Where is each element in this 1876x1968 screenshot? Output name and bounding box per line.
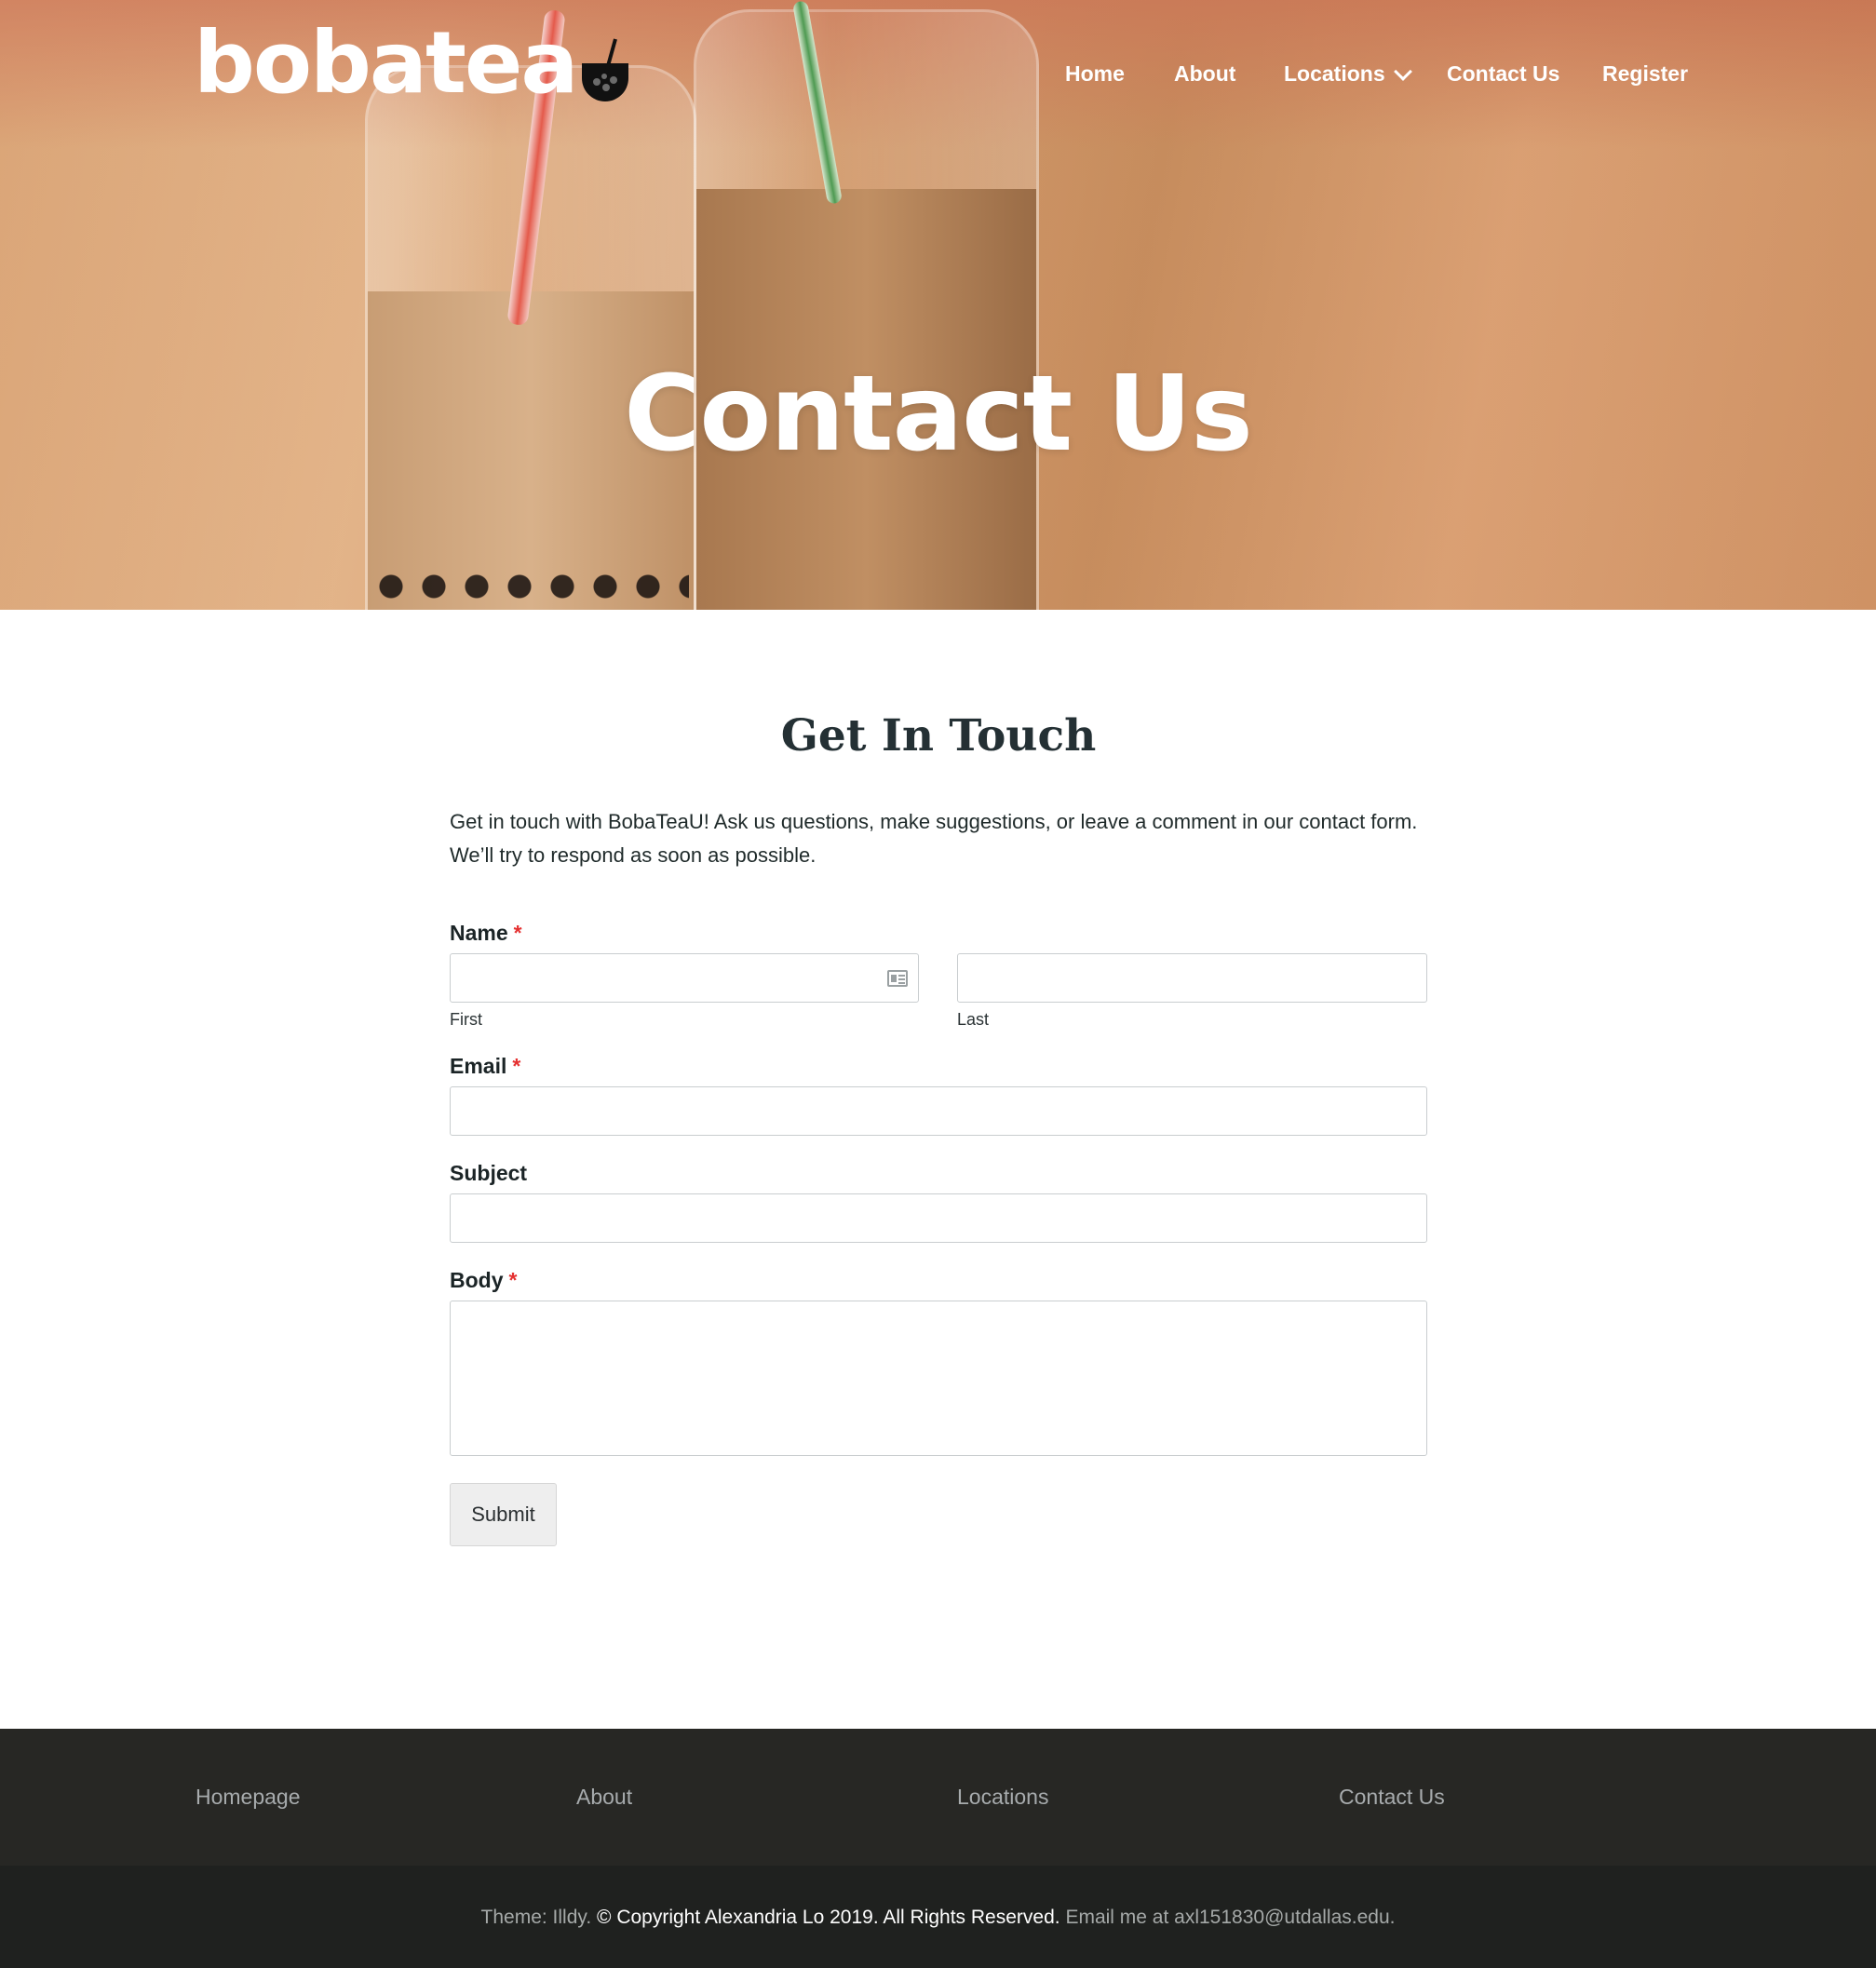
subject-label: Subject xyxy=(450,1161,528,1185)
copyright-line: Theme: Illdy. © Copyright Alexandria Lo … xyxy=(0,1907,1876,1929)
theme-credit: Theme: Illdy. xyxy=(480,1907,592,1928)
nav-contact-us[interactable]: Contact Us xyxy=(1447,61,1559,87)
footer-link-about[interactable]: About xyxy=(576,1785,632,1810)
required-marker: * xyxy=(508,1268,518,1292)
copyright-text: © Copyright Alexandria Lo 2019. All Righ… xyxy=(597,1907,1060,1928)
body-label: Body * xyxy=(450,1268,518,1292)
required-marker: * xyxy=(513,921,522,945)
body-textarea[interactable] xyxy=(450,1301,1427,1456)
nav-locations[interactable]: Locations xyxy=(1284,61,1412,87)
name-label: Name * xyxy=(450,921,522,945)
subject-field[interactable] xyxy=(450,1193,1427,1243)
section-heading: Get In Touch xyxy=(780,710,1097,762)
nav-about[interactable]: About xyxy=(1174,61,1235,87)
email-label: Email * xyxy=(450,1054,521,1078)
main-nav: Home About Locations Contact Us Register xyxy=(0,61,1876,99)
last-name-input[interactable] xyxy=(957,953,1427,1003)
first-name-input[interactable] xyxy=(450,953,919,1003)
first-name-sublabel: First xyxy=(450,1010,482,1029)
hero-banner: bobatea Home About Locations Contact Us … xyxy=(0,0,1876,610)
footer-link-homepage[interactable]: Homepage xyxy=(196,1785,301,1810)
footer-link-locations[interactable]: Locations xyxy=(957,1785,1048,1810)
contact-email-text: Email me at axl151830@utdallas.edu. xyxy=(1065,1907,1396,1928)
email-field[interactable] xyxy=(450,1086,1427,1136)
submit-button[interactable]: Submit xyxy=(450,1483,557,1546)
last-name-sublabel: Last xyxy=(957,1010,990,1029)
hero-photo-tapioca-pearls xyxy=(372,559,689,610)
footer-link-contact-us[interactable]: Contact Us xyxy=(1339,1785,1445,1810)
nav-register[interactable]: Register xyxy=(1602,61,1688,87)
contact-card-icon xyxy=(887,970,908,987)
hero-photo-bottle-right xyxy=(694,9,1039,610)
chevron-down-icon xyxy=(1393,61,1412,81)
page-title: Contact Us xyxy=(624,354,1253,476)
nav-home[interactable]: Home xyxy=(1065,61,1125,87)
required-marker: * xyxy=(512,1054,521,1078)
intro-text: Get in touch with BobaTeaU! Ask us quest… xyxy=(450,810,1418,867)
